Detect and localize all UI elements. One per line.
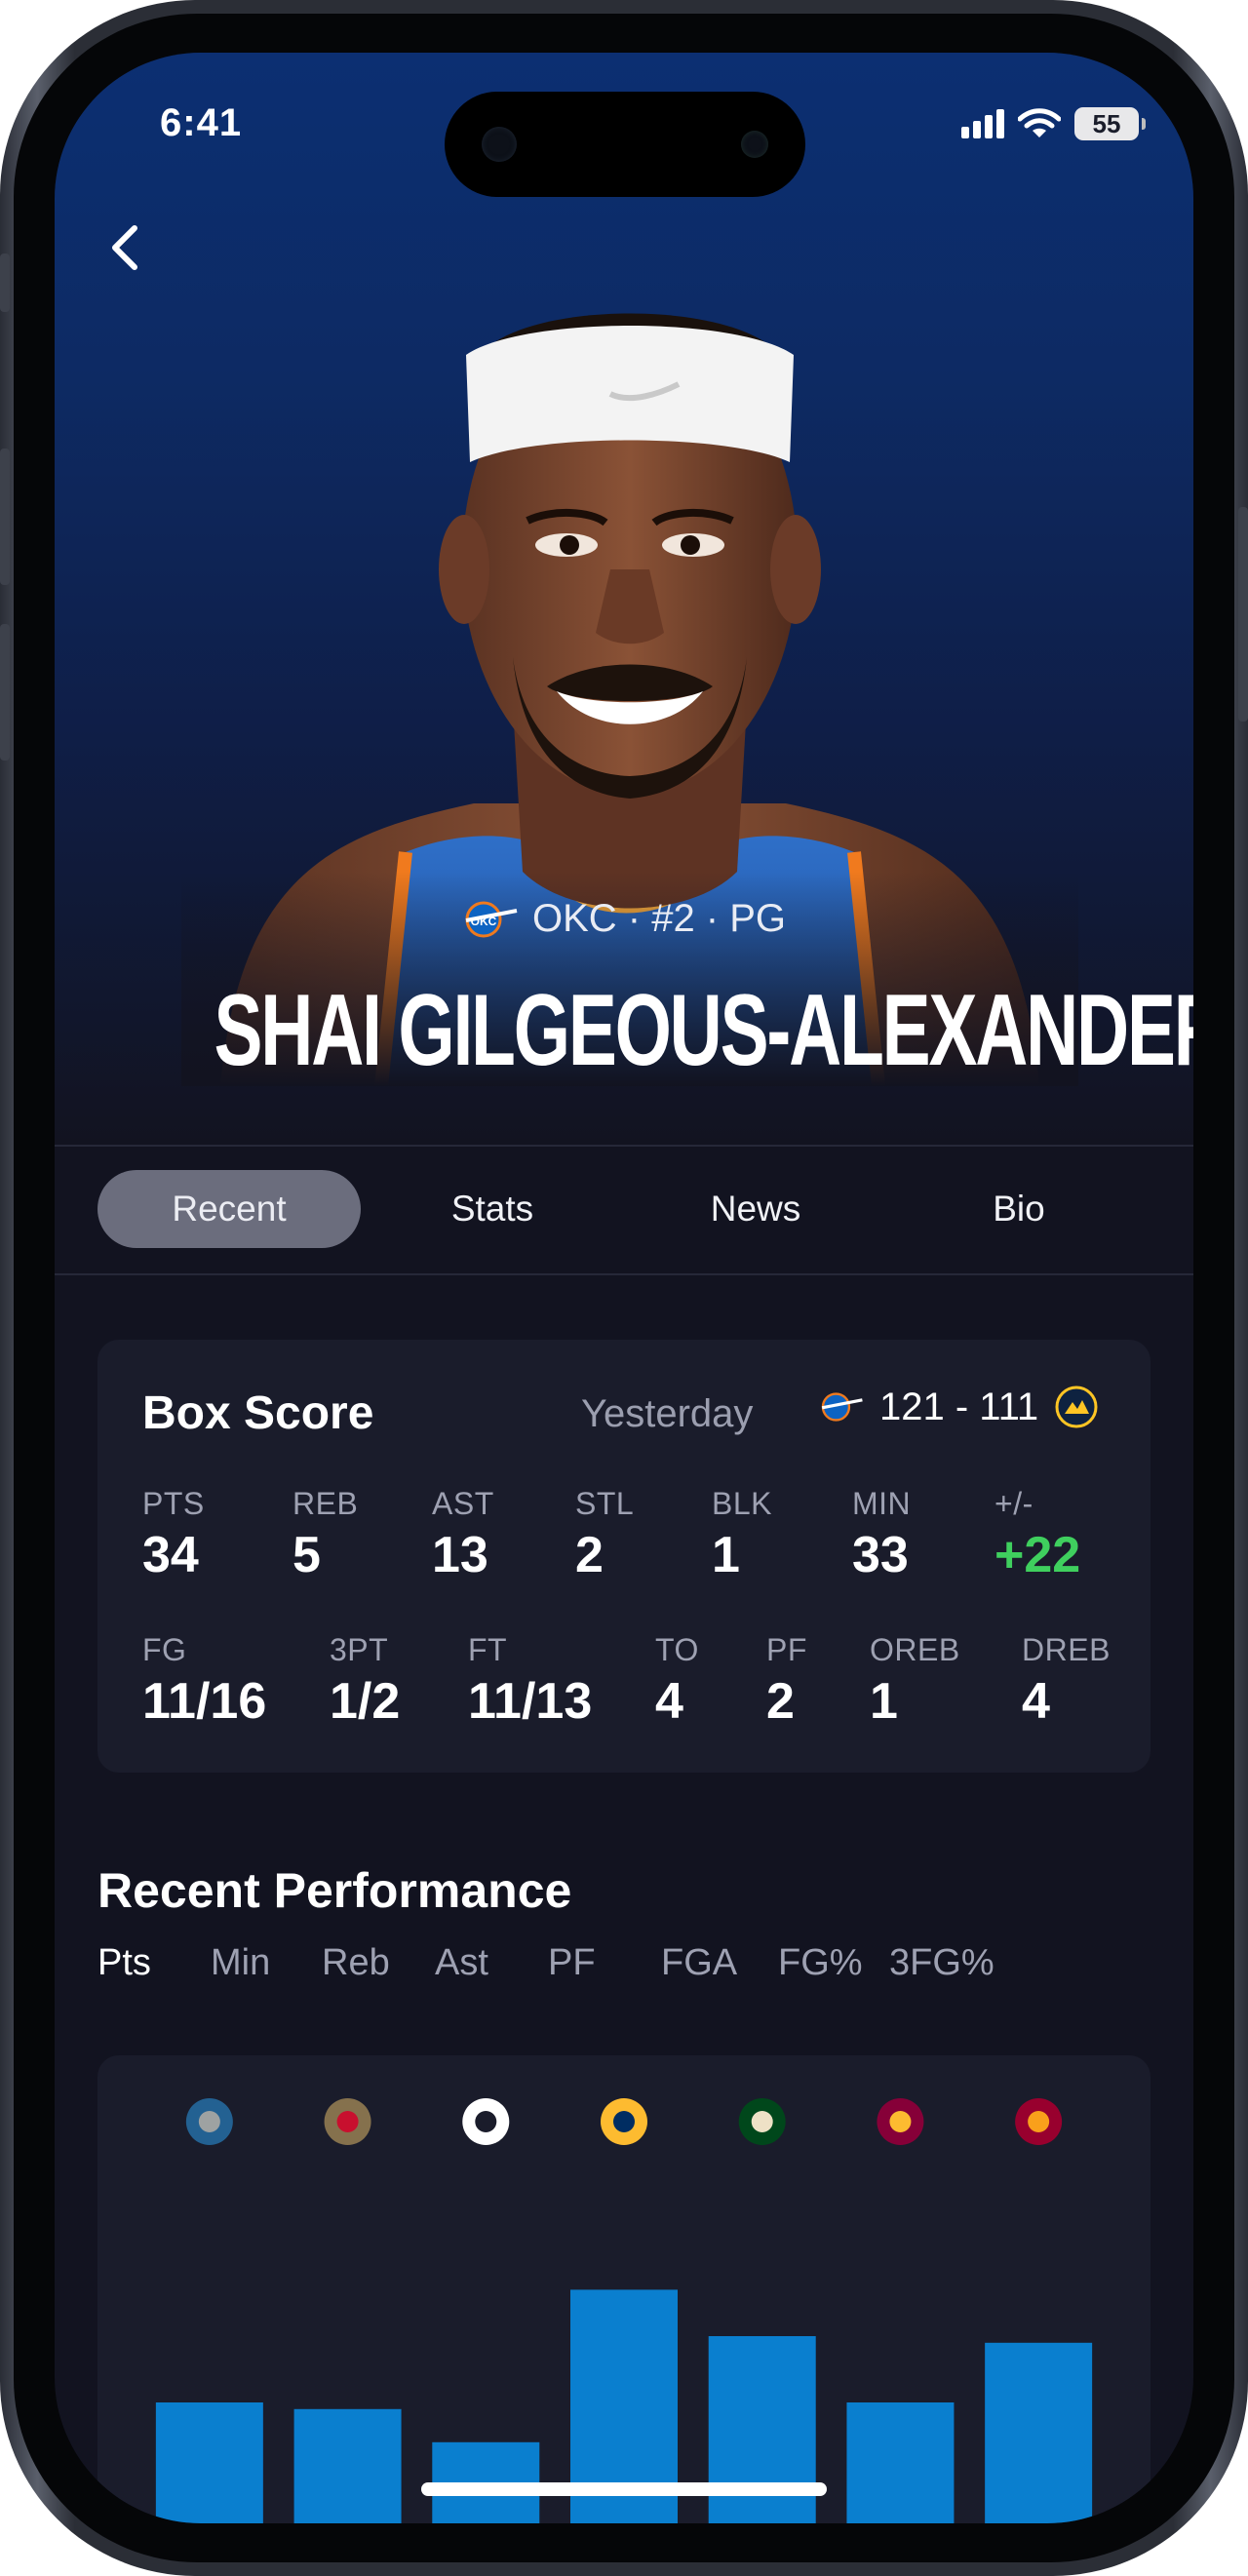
timberwolves-logo-icon <box>185 2098 233 2145</box>
box-score-card[interactable]: Box Score Yesterday 121 - 111 PTS 34 REB 5… <box>98 1340 1150 1773</box>
side-button-left-2 <box>0 449 10 585</box>
cavaliers-logo-icon <box>877 2098 924 2145</box>
dynamic-island <box>445 92 805 197</box>
stat-label: AST <box>432 1486 494 1521</box>
stat-value: 33 <box>852 1527 909 1583</box>
home-indicator[interactable] <box>421 2482 827 2496</box>
status-time: 6:41 <box>160 101 243 144</box>
stat-label: BLK <box>712 1486 772 1521</box>
recent-performance-title: Recent Performance <box>98 1863 572 1918</box>
stat-value: 11/16 <box>142 1673 267 1730</box>
stat-value: 4 <box>1022 1673 1050 1730</box>
stat-value: 1 <box>870 1673 898 1730</box>
stat-value: 2 <box>575 1527 604 1583</box>
bar-1[interactable] <box>155 2402 263 2523</box>
stat-value: 1 <box>712 1527 740 1583</box>
svg-text:OKC: OKC <box>471 915 497 928</box>
player-name: SHAI GILGEOUS-ALEXANDER <box>214 974 1193 1087</box>
raptors-logo-icon <box>462 2098 510 2145</box>
stat-label: STL <box>575 1486 635 1521</box>
filter-min[interactable]: Min <box>211 1942 270 1984</box>
side-button-right <box>1238 507 1248 722</box>
stat-value: 5 <box>292 1527 321 1583</box>
box-score-row-1: PTS 34 REB 5 AST 13 STL 2 BLK 1 MIN 33 +/- +22 <box>142 1486 1117 1593</box>
wifi-icon <box>1018 108 1061 137</box>
stat-label: FG <box>142 1632 187 1667</box>
bar-2[interactable] <box>293 2408 402 2523</box>
stat-value: 13 <box>432 1527 488 1583</box>
tab-news[interactable]: News <box>624 1170 887 1248</box>
stat-label: PTS <box>142 1486 205 1521</box>
stat-label: FT <box>468 1632 508 1667</box>
okc-logo-icon: OKC <box>465 901 518 937</box>
filter-fg-pct[interactable]: FG% <box>778 1942 863 1984</box>
bar-7[interactable] <box>985 2342 1093 2523</box>
filter-pf[interactable]: PF <box>548 1942 596 1984</box>
stat-value: 1/2 <box>330 1673 401 1730</box>
status-icons: 55 <box>961 107 1146 140</box>
team-position-text: OKC · #2 · PG <box>531 897 787 940</box>
filter-3fg-pct[interactable]: 3FG% <box>889 1942 994 1984</box>
cellular-signal-icon <box>961 109 1004 138</box>
player-team-line: OKC OKC · #2 · PG <box>55 897 1193 941</box>
player-hero: 6:41 55 OKC OKC · #2 · PG SHAI GILGEOUS-… <box>55 53 1193 1145</box>
stat-label: MIN <box>852 1486 912 1521</box>
game-score: 121 - 111 <box>819 1385 1099 1429</box>
box-score-title: Box Score <box>142 1387 374 1439</box>
box-score-date: Yesterday <box>581 1392 754 1435</box>
pacers-logo-icon <box>601 2098 647 2145</box>
profile-tabs: Recent Stats News Bio <box>55 1145 1193 1275</box>
player-photo <box>181 313 1078 1086</box>
stat-value: 2 <box>766 1673 795 1730</box>
stat-label: +/- <box>994 1486 1034 1521</box>
heat-logo-icon <box>1015 2098 1063 2145</box>
camera-lens <box>482 127 517 162</box>
battery-icon: 55 <box>1074 107 1146 140</box>
box-score-row-2: FG 11/16 3PT 1/2 FT 11/13 TO 4 PF 2 OREB 1 DRE… <box>142 1632 1117 1739</box>
stat-value: 34 <box>142 1527 199 1583</box>
filter-ast[interactable]: Ast <box>435 1942 488 1984</box>
stat-label: TO <box>655 1632 699 1667</box>
plus-minus-value: +22 <box>994 1527 1081 1583</box>
filter-reb[interactable]: Reb <box>322 1942 390 1984</box>
back-chevron-icon[interactable] <box>98 218 156 277</box>
pelicans-logo-icon <box>324 2098 371 2145</box>
bucks-logo-icon <box>738 2098 786 2145</box>
tab-stats[interactable]: Stats <box>361 1170 624 1248</box>
stat-value: 11/13 <box>468 1673 593 1730</box>
screen: 6:41 55 OKC OKC · #2 · PG SHAI GILGEOUS-… <box>55 53 1193 2523</box>
filter-fga[interactable]: FGA <box>661 1942 737 1984</box>
tab-bio[interactable]: Bio <box>887 1170 1150 1248</box>
okc-logo-icon <box>821 1392 863 1422</box>
nuggets-logo-icon <box>1055 1386 1098 1428</box>
recent-performance-chart: 30292447403039 <box>98 2055 1150 2523</box>
score-text: 121 - 111 <box>879 1385 1039 1428</box>
stat-label: DREB <box>1022 1632 1111 1667</box>
performance-filter-tabs: Pts Min Reb Ast PF FGA FG% 3FG% <box>98 1942 1170 2001</box>
bar-chart: 30292447403039 <box>155 2098 1093 2523</box>
stat-label: OREB <box>870 1632 960 1667</box>
filter-pts[interactable]: Pts <box>98 1942 151 1984</box>
side-button-left-1 <box>0 254 10 312</box>
stat-label: PF <box>766 1632 807 1667</box>
bar-6[interactable] <box>846 2402 955 2523</box>
stat-label: REB <box>292 1486 359 1521</box>
stat-value: 4 <box>655 1673 683 1730</box>
stat-label: 3PT <box>330 1632 389 1667</box>
side-button-left-3 <box>0 624 10 761</box>
sensor <box>741 131 768 158</box>
tab-recent[interactable]: Recent <box>98 1170 361 1248</box>
